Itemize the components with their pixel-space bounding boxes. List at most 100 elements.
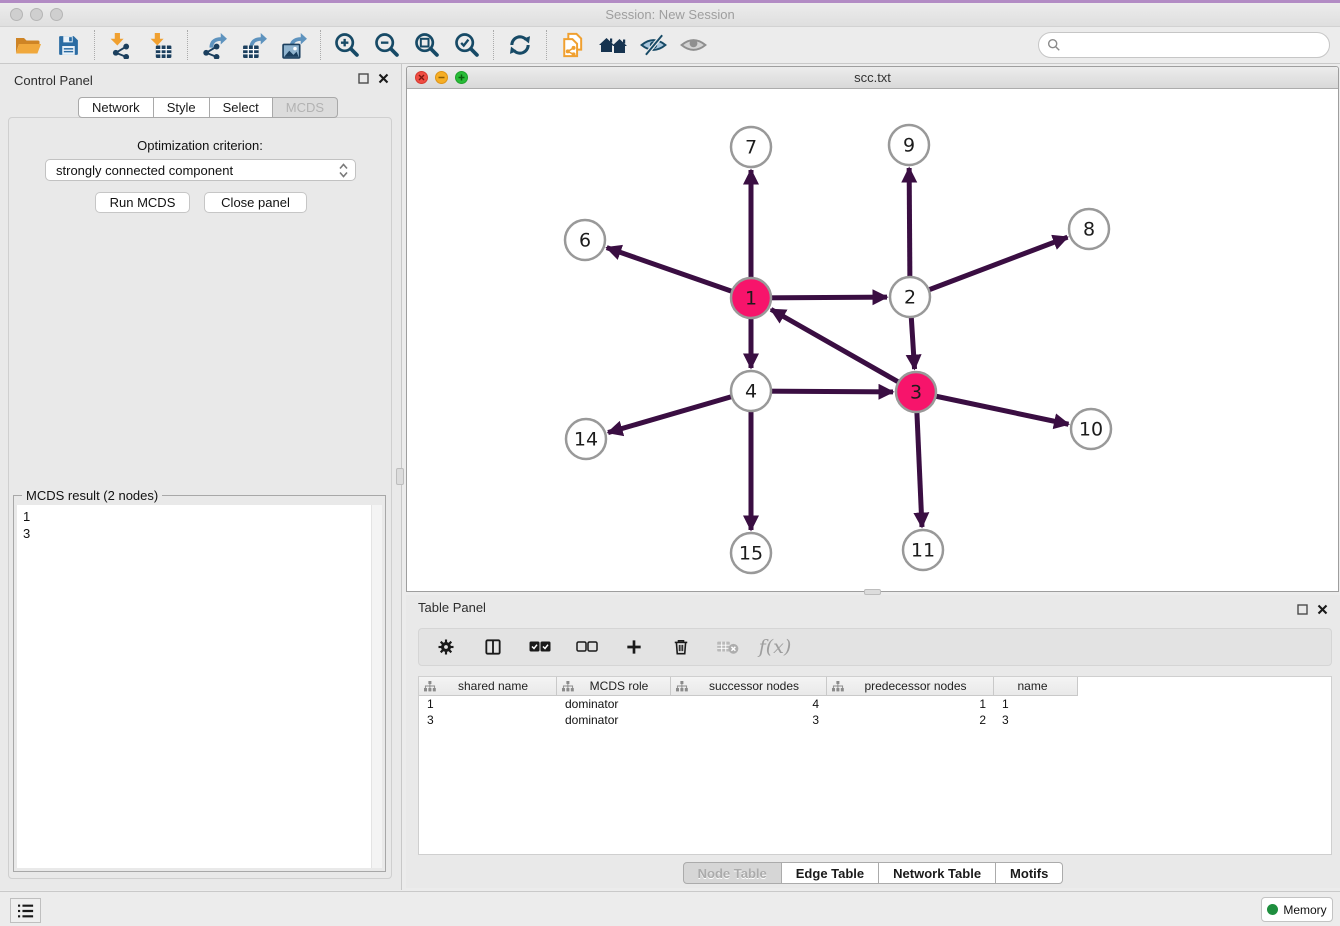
column-header-MCDS-role[interactable]: MCDS role (557, 677, 671, 696)
table-cell[interactable]: dominator (557, 696, 671, 712)
float-panel-icon[interactable] (1297, 604, 1308, 615)
app-traffic-lights[interactable] (10, 8, 63, 21)
search-input[interactable] (1066, 35, 1329, 55)
export-image-button[interactable] (274, 29, 314, 62)
mcds-result-list[interactable]: 13 (17, 505, 382, 868)
toolbar-divider (320, 30, 321, 60)
function-builder-button[interactable]: f(x) (762, 634, 788, 660)
table-row[interactable]: 3dominator323 (419, 712, 1331, 728)
apply-layout-button[interactable] (500, 29, 540, 62)
graph-edge-4-3[interactable] (751, 391, 893, 392)
import-network-button[interactable] (101, 29, 141, 62)
toolbar-divider (546, 30, 547, 60)
mcds-tab-panel: Optimization criterion: strongly connect… (8, 117, 392, 879)
tab-network[interactable]: Network (78, 97, 154, 118)
tab-mcds[interactable]: MCDS (273, 97, 338, 118)
delete-table-button[interactable] (715, 634, 741, 660)
mcds-result-item[interactable]: 3 (17, 525, 382, 542)
close-panel-icon[interactable] (1317, 604, 1328, 615)
import-table-button[interactable] (141, 29, 181, 62)
graph-node-label: 14 (574, 429, 598, 451)
export-network-button[interactable] (194, 29, 234, 62)
save-session-button[interactable] (48, 29, 88, 62)
graph-edge-2-8[interactable] (910, 237, 1067, 297)
run-mcds-button[interactable]: Run MCDS (95, 192, 190, 213)
column-header-predecessor-nodes[interactable]: predecessor nodes (827, 677, 994, 696)
table-settings-button[interactable] (433, 634, 459, 660)
close-panel-icon[interactable] (378, 73, 389, 84)
table-cell[interactable]: 3 (419, 712, 557, 728)
graph-node-label: 3 (910, 382, 922, 404)
zoom-selected-button[interactable] (447, 29, 487, 62)
hide-selected-button[interactable] (633, 29, 673, 62)
table-panel: Table Panel (406, 595, 1340, 888)
memory-label: Memory (1283, 903, 1326, 917)
tab-motifs[interactable]: Motifs (996, 862, 1063, 884)
tab-node-table[interactable]: Node Table (683, 862, 782, 884)
first-neighbors-button[interactable] (593, 29, 633, 62)
show-column-selector-button[interactable] (480, 634, 506, 660)
zoom-fit-icon (413, 31, 441, 59)
table-cell[interactable]: 4 (671, 696, 827, 712)
table-panel-tabs: Node Table Edge Table Network Table Moti… (406, 862, 1340, 884)
table-cell[interactable]: 1 (419, 696, 557, 712)
delete-column-button[interactable] (668, 634, 694, 660)
column-header-shared-name[interactable]: shared name (419, 677, 557, 696)
close-view-icon[interactable] (415, 71, 428, 84)
scrollbar-track[interactable] (371, 505, 382, 868)
show-all-button[interactable] (673, 29, 713, 62)
column-header-successor-nodes[interactable]: successor nodes (671, 677, 827, 696)
export-table-icon (241, 32, 268, 59)
zoom-window-icon[interactable] (50, 8, 63, 21)
table-cell[interactable]: 2 (827, 712, 994, 728)
search-box[interactable] (1038, 32, 1330, 58)
task-history-button[interactable] (10, 898, 41, 923)
copy-network-icon (559, 31, 587, 59)
minimize-window-icon[interactable] (30, 8, 43, 21)
tab-select[interactable]: Select (210, 97, 273, 118)
zoom-out-button[interactable] (367, 29, 407, 62)
table-cell[interactable]: 3 (671, 712, 827, 728)
export-table-button[interactable] (234, 29, 274, 62)
float-panel-icon[interactable] (358, 73, 369, 84)
open-session-button[interactable] (8, 29, 48, 62)
unselect-all-columns-button[interactable] (574, 634, 600, 660)
node-table[interactable]: shared nameMCDS rolesuccessor nodesprede… (418, 676, 1332, 855)
window-title: Session: New Session (0, 3, 1340, 27)
new-network-from-selection-button[interactable] (553, 29, 593, 62)
tab-edge-table[interactable]: Edge Table (782, 862, 879, 884)
network-canvas[interactable]: 7968124314101511 (407, 89, 1338, 591)
zoom-view-icon[interactable] (455, 71, 468, 84)
network-window-titlebar[interactable]: scc.txt (407, 67, 1338, 89)
graph-edge-1-6[interactable] (607, 248, 751, 298)
toolbar-divider (94, 30, 95, 60)
table-header-row: shared nameMCDS rolesuccessor nodesprede… (419, 677, 1331, 696)
zoom-fit-button[interactable] (407, 29, 447, 62)
trash-icon (671, 637, 691, 657)
column-header-name[interactable]: name (994, 677, 1078, 696)
table-cell[interactable]: 1 (827, 696, 994, 712)
vertical-splitter-handle[interactable] (396, 468, 404, 485)
table-cell[interactable]: 1 (994, 696, 1078, 712)
graph-edge-3-10[interactable] (916, 392, 1068, 424)
create-column-button[interactable] (621, 634, 647, 660)
table-cell[interactable]: dominator (557, 712, 671, 728)
table-cell[interactable]: 3 (994, 712, 1078, 728)
checked-boxes-icon (529, 641, 551, 653)
graph-node-label: 11 (911, 540, 935, 562)
table-row[interactable]: 1dominator411 (419, 696, 1331, 712)
graph-node-label: 8 (1083, 219, 1095, 241)
criterion-select[interactable]: strongly connected component (45, 159, 356, 181)
memory-button[interactable]: Memory (1261, 897, 1333, 922)
graph-edge-3-1[interactable] (771, 309, 916, 392)
tab-style[interactable]: Style (154, 97, 210, 118)
minimize-view-icon[interactable] (435, 71, 448, 84)
zoom-in-button[interactable] (327, 29, 367, 62)
graph-edge-4-14[interactable] (608, 391, 751, 433)
mcds-result-item[interactable]: 1 (17, 505, 382, 525)
close-panel-button[interactable]: Close panel (204, 192, 307, 213)
open-folder-icon (14, 32, 42, 58)
close-window-icon[interactable] (10, 8, 23, 21)
tab-network-table[interactable]: Network Table (879, 862, 996, 884)
select-all-columns-button[interactable] (527, 634, 553, 660)
